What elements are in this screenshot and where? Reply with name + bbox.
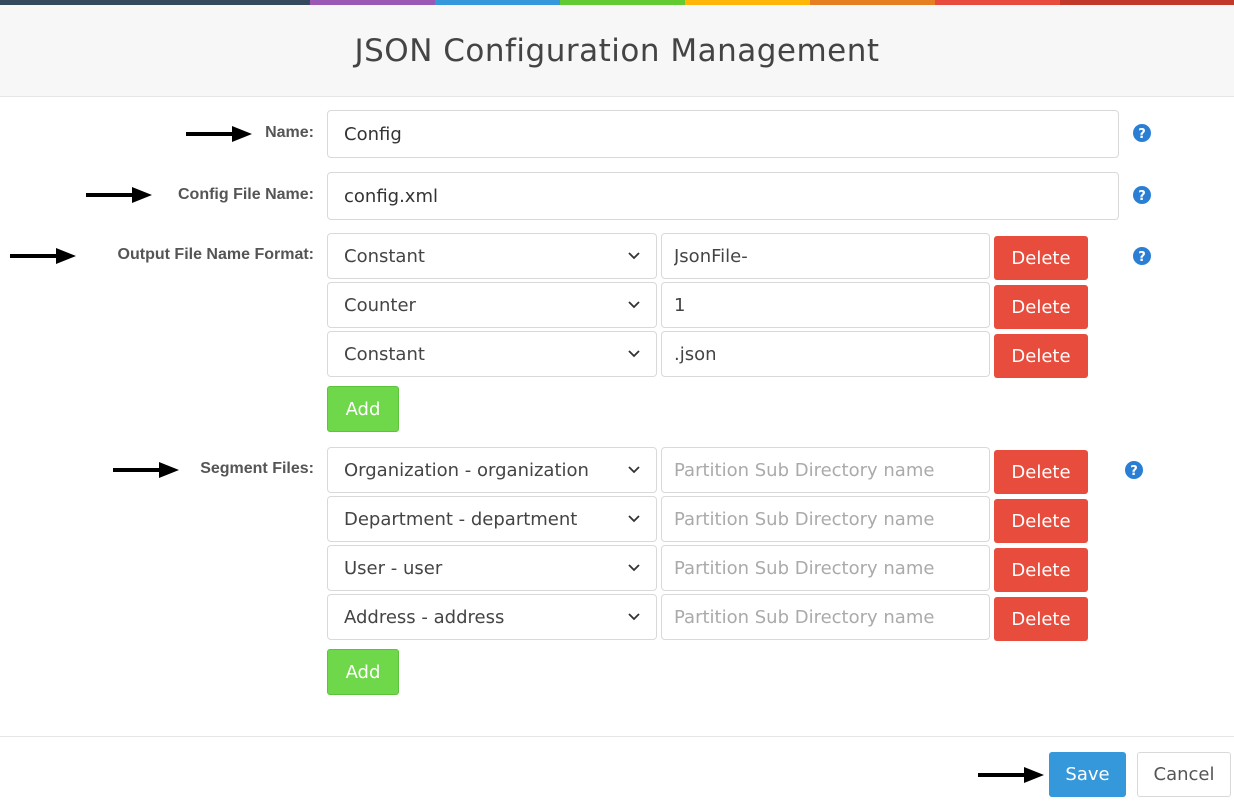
config-file-name-label: Config File Name: — [177, 186, 314, 203]
arrow-right-icon — [186, 126, 252, 142]
chevron-down-icon — [628, 252, 640, 260]
page-header: JSON Configuration Management — [0, 5, 1234, 97]
chevron-down-icon — [628, 564, 640, 572]
add-segment-file-button[interactable]: Add — [327, 649, 399, 695]
select-value: Department - department — [344, 508, 578, 530]
chevron-down-icon — [628, 350, 640, 358]
arrow-right-icon — [86, 187, 152, 203]
name-label: Name: — [265, 124, 314, 141]
select-value: Organization - organization — [344, 459, 589, 481]
output-file-name-format-label: Output File Name Format: — [117, 246, 314, 263]
segment-type-select[interactable]: User - user — [327, 545, 657, 591]
select-value: Constant — [344, 245, 425, 267]
delete-button[interactable]: Delete — [994, 236, 1088, 280]
question-circle-icon[interactable]: ? — [1125, 461, 1143, 479]
output-format-value-input[interactable] — [661, 233, 990, 279]
chevron-down-icon — [628, 515, 640, 523]
delete-button[interactable]: Delete — [994, 334, 1088, 378]
output-format-type-select[interactable]: Counter — [327, 282, 657, 328]
output-format-value-input[interactable] — [661, 282, 990, 328]
delete-button[interactable]: Delete — [994, 285, 1088, 329]
select-value: User - user — [344, 557, 443, 579]
delete-button[interactable]: Delete — [994, 548, 1088, 592]
select-value: Counter — [344, 294, 416, 316]
page-title: JSON Configuration Management — [354, 32, 880, 69]
output-format-type-select[interactable]: Constant — [327, 233, 657, 279]
segment-type-select[interactable]: Organization - organization — [327, 447, 657, 493]
select-value: Address - address — [344, 606, 505, 628]
svg-text:?: ? — [1130, 464, 1138, 479]
arrow-right-icon — [978, 767, 1044, 783]
partition-sub-directory-input[interactable] — [661, 545, 990, 591]
cancel-button[interactable]: Cancel — [1137, 752, 1231, 797]
question-circle-icon[interactable]: ? — [1133, 186, 1151, 204]
segment-type-select[interactable]: Address - address — [327, 594, 657, 640]
arrow-right-icon — [113, 462, 179, 478]
output-format-type-select[interactable]: Constant — [327, 331, 657, 377]
partition-sub-directory-input[interactable] — [661, 447, 990, 493]
chevron-down-icon — [628, 613, 640, 621]
delete-button[interactable]: Delete — [994, 499, 1088, 543]
question-circle-icon[interactable]: ? — [1133, 124, 1151, 142]
footer-divider — [0, 736, 1234, 737]
chevron-down-icon — [628, 301, 640, 309]
add-output-format-button[interactable]: Add — [327, 386, 399, 432]
delete-button[interactable]: Delete — [994, 597, 1088, 641]
save-button[interactable]: Save — [1049, 752, 1126, 797]
name-input[interactable] — [327, 110, 1119, 158]
partition-sub-directory-input[interactable] — [661, 594, 990, 640]
svg-text:?: ? — [1138, 250, 1146, 265]
segment-files-label: Segment Files: — [200, 460, 314, 477]
config-file-name-input[interactable] — [327, 172, 1119, 220]
chevron-down-icon — [628, 466, 640, 474]
select-value: Constant — [344, 343, 425, 365]
svg-text:?: ? — [1138, 189, 1146, 204]
svg-text:?: ? — [1138, 127, 1146, 142]
question-circle-icon[interactable]: ? — [1133, 247, 1151, 265]
output-format-value-input[interactable] — [661, 331, 990, 377]
segment-type-select[interactable]: Department - department — [327, 496, 657, 542]
partition-sub-directory-input[interactable] — [661, 496, 990, 542]
delete-button[interactable]: Delete — [994, 450, 1088, 494]
arrow-right-icon — [10, 248, 76, 264]
